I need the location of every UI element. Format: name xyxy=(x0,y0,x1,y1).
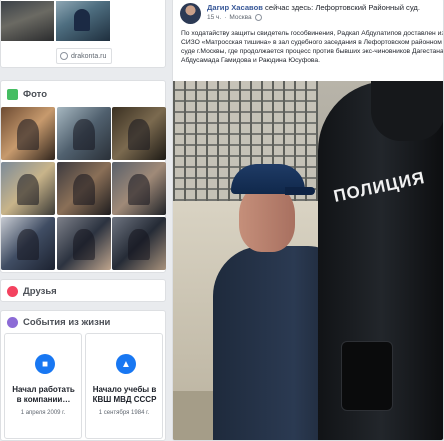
life-events-title: События из жизни xyxy=(23,317,111,328)
graduation-cap-icon: ▲ xyxy=(116,354,136,374)
profile-left-column: drakonta.ru Фото Друзья События из жизни… xyxy=(0,0,168,441)
friends-section[interactable]: Друзья xyxy=(0,279,166,302)
link-badge[interactable]: drakonta.ru xyxy=(56,48,113,64)
photos-title: Фото xyxy=(23,89,48,100)
friends-icon xyxy=(7,286,18,297)
photo-thumbnail[interactable] xyxy=(57,107,111,160)
life-event-title: Начал работать в компании… xyxy=(12,385,75,404)
friends-title: Друзья xyxy=(23,286,57,297)
life-event-card[interactable]: ▲ Начало учебы в КВШ МВД СССР 1 сентября… xyxy=(85,333,163,439)
life-events-section: События из жизни ■ Начал работать в комп… xyxy=(0,310,166,441)
globe-icon xyxy=(254,14,262,21)
meta-separator: · xyxy=(224,14,227,21)
media-thumbnail[interactable] xyxy=(1,1,54,41)
post-photo[interactable]: ПОЛИЦИЯ xyxy=(173,81,443,440)
life-events-icon xyxy=(7,317,18,328)
post-text: По ходатайству защиты свидетель гособвин… xyxy=(181,30,444,64)
post-meta: 15 ч. · Москва xyxy=(207,14,262,21)
post-header: Дагир Хасавов сейчас здесь: Лефортовский… xyxy=(207,3,420,12)
link-text: drakonta.ru xyxy=(71,52,107,60)
life-event-date: 1 апреля 2009 г. xyxy=(20,410,66,416)
news-feed-post: Дагир Хасавов сейчас здесь: Лефортовский… xyxy=(172,0,444,441)
photo-thumbnail[interactable] xyxy=(1,107,55,160)
post-location[interactable]: Москва xyxy=(229,14,251,21)
author-avatar[interactable] xyxy=(180,3,201,24)
photos-section: Фото xyxy=(0,80,166,273)
photo-thumbnail[interactable] xyxy=(1,162,55,215)
photo-thumbnail[interactable] xyxy=(112,107,166,160)
post-time[interactable]: 15 ч. xyxy=(207,14,221,21)
friends-header[interactable]: Друзья xyxy=(7,286,57,297)
life-event-title: Начало учебы в КВШ МВД СССР xyxy=(92,385,157,404)
life-event-card[interactable]: ■ Начал работать в компании… 1 апреля 20… xyxy=(4,333,82,439)
life-event-date: 1 сентября 1984 г. xyxy=(98,410,150,416)
officer-head xyxy=(371,81,443,141)
photo-thumbnail[interactable] xyxy=(112,162,166,215)
media-thumbnail[interactable] xyxy=(56,1,110,41)
photos-header[interactable]: Фото xyxy=(7,89,47,100)
globe-icon xyxy=(60,52,68,60)
media-preview-card: drakonta.ru xyxy=(0,0,166,68)
author-name[interactable]: Дагир Хасавов xyxy=(207,3,263,12)
photo-thumbnail[interactable] xyxy=(1,217,55,270)
briefcase-icon: ■ xyxy=(35,354,55,374)
photo-grid xyxy=(1,107,167,271)
life-events-header[interactable]: События из жизни xyxy=(7,317,110,328)
photo-thumbnail[interactable] xyxy=(57,217,111,270)
photo-thumbnail[interactable] xyxy=(57,162,111,215)
post-action: сейчас здесь: Лефортовский Районный суд. xyxy=(265,3,420,12)
holster xyxy=(341,341,393,411)
man-cap-brim xyxy=(285,187,315,195)
photo-thumbnail[interactable] xyxy=(112,217,166,270)
photo-icon xyxy=(7,89,18,100)
